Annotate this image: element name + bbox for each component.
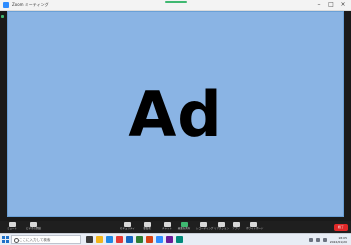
chat-button[interactable]: チャット [160,222,174,233]
teams-icon[interactable] [166,236,173,243]
mute-button[interactable]: ミュート [5,222,19,233]
shared-slide: Ad [7,11,344,217]
record-button[interactable]: レコーディング [196,222,214,233]
whiteboard-button[interactable]: ホワイトボード [246,222,264,233]
taskbar-clock[interactable]: 18:05 2022/01/20 [330,236,347,244]
security-button[interactable]: セキュリティ [120,222,135,233]
apps-label: アプリ [232,227,240,230]
taskbar-apps [86,236,183,243]
close-button[interactable]: × [337,0,349,10]
task-view-icon[interactable] [86,236,93,243]
reactions-button[interactable]: リアクション [214,222,229,233]
security-label: セキュリティ [120,227,135,230]
powerpoint-icon[interactable] [146,236,153,243]
participants-label: 参加者 [143,227,151,230]
speaker-indicator [165,1,187,3]
search-placeholder: ここに入力して検索 [19,238,51,242]
maximize-button[interactable]: □ [325,0,337,10]
chat-label: チャット [162,227,172,230]
share-screen-button[interactable]: 画面を共有 [177,222,191,233]
system-tray: 18:05 2022/01/20 [308,235,347,244]
window-controls: – □ × [313,0,349,10]
title-bar: Zoom ミーティング – □ × [0,0,351,11]
taskbar-search[interactable]: ここに入力して検索 [11,235,81,244]
outlook-icon[interactable] [176,236,183,243]
whiteboard-label: ホワイトボード [246,227,264,230]
record-label: レコーディング [196,227,214,230]
mute-label: ミュート [6,227,17,230]
shared-screen-area: Ad [0,11,351,221]
zoom-app-icon [3,2,9,8]
end-meeting-button[interactable]: 終了 [334,224,348,231]
start-button[interactable] [2,236,9,243]
clock-date: 2022/01/20 [329,239,347,244]
battery-icon[interactable] [322,237,327,242]
windows-taskbar: ここに入力して検索 18:05 2022/01/20 [0,233,351,245]
volume-icon[interactable] [315,237,320,242]
share-screen-label: 画面を共有 [177,227,191,230]
file-explorer-icon[interactable] [96,236,103,243]
start-video-label: ビデオの開始 [26,227,42,230]
participants-button[interactable]: 参加者 [140,222,154,233]
slide-text: Ad [128,77,223,151]
network-icon[interactable] [308,237,313,242]
minimize-button[interactable]: – [313,0,325,10]
window-title: Zoom ミーティング [12,2,49,7]
excel-icon[interactable] [136,236,143,243]
zoom-taskbar-icon[interactable] [156,236,163,243]
reactions-label: リアクション [214,227,229,230]
apps-button[interactable]: アプリ [229,222,243,233]
start-video-button[interactable]: ビデオの開始 [26,222,42,233]
chrome-icon[interactable] [116,236,123,243]
meeting-controls-bar: ミュート ビデオの開始 セキュリティ 参加者 チャット 画面を共有 レコーディン… [0,221,351,233]
share-status-icon [1,15,4,18]
edge-icon[interactable] [106,236,113,243]
word-icon[interactable] [126,236,133,243]
